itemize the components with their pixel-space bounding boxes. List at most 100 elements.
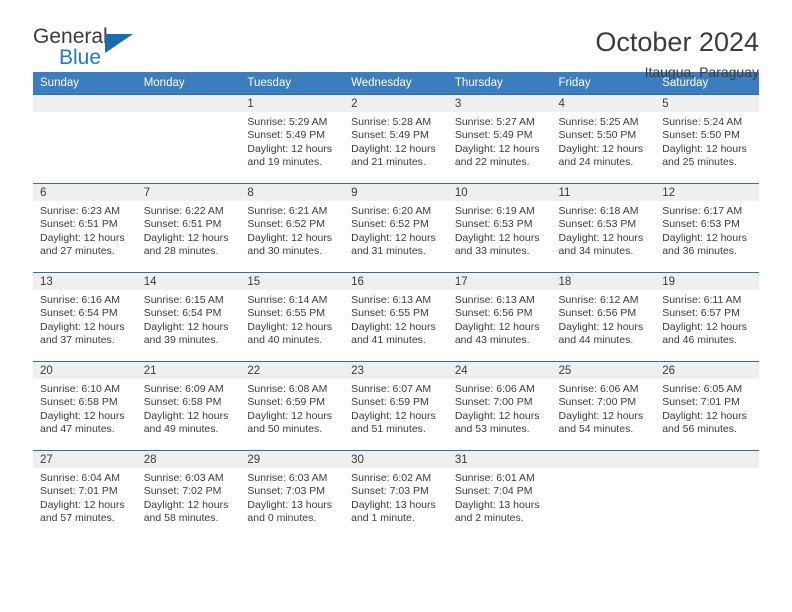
- day-detail-line: Sunset: 5:49 PM: [351, 129, 429, 142]
- day-cell-26[interactable]: 26 Sunrise: 6:05 AM Sunset: 7:01 PM Dayligh…: [655, 361, 759, 451]
- day-detail-line: Sunrise: 5:25 AM: [558, 116, 639, 128]
- day-detail-line: Sunset: 6:58 PM: [143, 396, 222, 409]
- day-detail-line: Daylight: 12 hours: [351, 409, 436, 422]
- day-cell-10[interactable]: 10 Sunrise: 6:19 AM Sunset: 6:53 PM Dayligh…: [447, 183, 552, 273]
- day-detail-line: Daylight: 12 hours: [351, 142, 436, 155]
- day-details: Sunrise: 6:02 AM Sunset: 7:03 PM Daylight:…: [344, 468, 448, 526]
- day-details: Sunrise: 5:24 AM Sunset: 5:50 PM Daylight:…: [655, 112, 759, 170]
- day-cell-11[interactable]: 11 Sunrise: 6:18 AM Sunset: 6:53 PM Dayligh…: [551, 183, 656, 273]
- day-detail-line: Sunset: 6:54 PM: [40, 307, 118, 320]
- day-detail-line: Sunset: 6:53 PM: [454, 218, 533, 231]
- day-details: Sunrise: 6:09 AM Sunset: 6:58 PM Daylight:…: [137, 379, 241, 437]
- day-cell-28[interactable]: 28 Sunrise: 6:03 AM Sunset: 7:02 PM Dayligh…: [136, 450, 241, 540]
- day-detail-line: and 58 minutes.: [143, 512, 219, 525]
- day-cell-6[interactable]: 6 Sunrise: 6:23 AM Sunset: 6:51 PM Daylight…: [33, 183, 137, 273]
- day-detail-line: Sunrise: 6:08 AM: [247, 383, 328, 395]
- day-cell-12[interactable]: 12 Sunrise: 6:17 AM Sunset: 6:53 PM Dayligh…: [655, 183, 759, 273]
- day-detail-line: Sunrise: 6:14 AM: [247, 294, 328, 306]
- day-details: Sunrise: 6:06 AM Sunset: 7:00 PM Daylight:…: [448, 379, 552, 437]
- day-details: Sunrise: 6:18 AM Sunset: 6:53 PM Daylight:…: [552, 201, 656, 259]
- day-detail-line: Sunrise: 6:09 AM: [143, 383, 224, 395]
- triangle-icon: [105, 34, 133, 53]
- day-number: [33, 95, 137, 112]
- day-cell-7[interactable]: 7 Sunrise: 6:22 AM Sunset: 6:51 PM Daylight…: [136, 183, 241, 273]
- day-detail-line: Sunset: 6:53 PM: [558, 218, 637, 231]
- day-cell-5[interactable]: 5 Sunrise: 5:24 AM Sunset: 5:50 PM Daylight…: [655, 94, 759, 184]
- day-cell-27[interactable]: 27 Sunrise: 6:04 AM Sunset: 7:01 PM Dayligh…: [33, 450, 137, 540]
- day-cell-29[interactable]: 29 Sunrise: 6:03 AM Sunset: 7:03 PM Dayligh…: [240, 450, 345, 540]
- day-cell-3[interactable]: 3 Sunrise: 5:27 AM Sunset: 5:49 PM Daylight…: [447, 94, 552, 184]
- day-number: 17: [447, 273, 552, 290]
- day-detail-line: and 28 minutes.: [143, 245, 219, 258]
- page-header: General Blue October 2024 Itaugua, Parag…: [33, 0, 759, 80]
- day-detail-line: Sunrise: 6:23 AM: [40, 205, 120, 217]
- day-cell-22[interactable]: 22 Sunrise: 6:08 AM Sunset: 6:59 PM Dayligh…: [240, 361, 345, 451]
- day-detail-line: and 46 minutes.: [662, 334, 737, 347]
- day-number: 14: [136, 273, 241, 290]
- day-detail-line: Sunset: 6:56 PM: [454, 307, 533, 320]
- calendar-grid: Sunday Monday Tuesday Wednesday Thursday Frid…: [33, 72, 759, 540]
- day-detail-line: Daylight: 12 hours: [143, 320, 229, 333]
- day-details: Sunrise: 6:15 AM Sunset: 6:54 PM Daylight:…: [137, 290, 241, 348]
- day-number: 20: [33, 362, 137, 379]
- title-block: October 2024 Itaugua, Paraguay: [595, 26, 759, 83]
- day-number: 16: [344, 273, 448, 290]
- day-detail-line: Daylight: 12 hours: [143, 409, 229, 422]
- day-number: 2: [344, 95, 448, 112]
- brand-logo[interactable]: General Blue: [33, 26, 153, 74]
- day-detail-line: Sunrise: 6:13 AM: [454, 294, 535, 306]
- day-detail-line: Sunrise: 6:13 AM: [351, 294, 432, 306]
- day-cell-14[interactable]: 14 Sunrise: 6:15 AM Sunset: 6:54 PM Dayligh…: [136, 272, 241, 362]
- day-cell-4[interactable]: 4 Sunrise: 5:25 AM Sunset: 5:50 PM Daylight…: [551, 94, 656, 184]
- day-cell-16[interactable]: 16 Sunrise: 6:13 AM Sunset: 6:55 PM Dayligh…: [344, 272, 448, 362]
- day-cell-24[interactable]: 24 Sunrise: 6:06 AM Sunset: 7:00 PM Dayligh…: [447, 361, 552, 451]
- day-detail-line: Sunrise: 6:16 AM: [40, 294, 120, 306]
- day-detail-line: Daylight: 12 hours: [40, 231, 125, 244]
- day-number: 23: [344, 362, 448, 379]
- day-details: Sunrise: 6:04 AM Sunset: 7:01 PM Daylight:…: [33, 468, 137, 526]
- day-detail-line: Sunrise: 6:11 AM: [662, 294, 742, 306]
- day-number: 19: [655, 273, 759, 290]
- day-cell-2[interactable]: 2 Sunrise: 5:28 AM Sunset: 5:49 PM Daylight…: [344, 94, 448, 184]
- day-cell-15[interactable]: 15 Sunrise: 6:14 AM Sunset: 6:55 PM Dayligh…: [240, 272, 345, 362]
- day-detail-line: Sunset: 7:03 PM: [351, 485, 429, 498]
- day-number: 12: [655, 184, 759, 201]
- day-detail-line: Daylight: 12 hours: [143, 498, 229, 511]
- day-number: 31: [447, 451, 552, 468]
- day-detail-line: Daylight: 12 hours: [454, 409, 540, 422]
- weekday-header-sunday: Sunday: [33, 72, 137, 95]
- day-cell-13[interactable]: 13 Sunrise: 6:16 AM Sunset: 6:54 PM Dayligh…: [33, 272, 137, 362]
- day-cell-9[interactable]: 9 Sunrise: 6:20 AM Sunset: 6:52 PM Daylight…: [344, 183, 448, 273]
- day-detail-line: Sunrise: 6:22 AM: [143, 205, 224, 217]
- day-detail-line: Sunset: 5:50 PM: [662, 129, 740, 142]
- day-detail-line: and 47 minutes.: [40, 423, 115, 436]
- day-cell-30[interactable]: 30 Sunrise: 6:02 AM Sunset: 7:03 PM Dayligh…: [344, 450, 448, 540]
- day-detail-line: Sunset: 7:03 PM: [247, 485, 326, 498]
- day-detail-line: Sunset: 6:51 PM: [40, 218, 118, 231]
- day-detail-line: Sunset: 7:02 PM: [143, 485, 222, 498]
- day-details: [655, 468, 759, 472]
- day-details: Sunrise: 6:13 AM Sunset: 6:56 PM Daylight:…: [448, 290, 552, 348]
- day-cell-19[interactable]: 19 Sunrise: 6:11 AM Sunset: 6:57 PM Dayligh…: [655, 272, 759, 362]
- day-cell-8[interactable]: 8 Sunrise: 6:21 AM Sunset: 6:52 PM Daylight…: [240, 183, 345, 273]
- day-detail-line: Sunrise: 6:17 AM: [662, 205, 743, 217]
- day-detail-line: Daylight: 12 hours: [247, 142, 333, 155]
- day-cell-1[interactable]: 1 Sunrise: 5:29 AM Sunset: 5:49 PM Daylight…: [240, 94, 345, 184]
- day-cell-20[interactable]: 20 Sunrise: 6:10 AM Sunset: 6:58 PM Dayligh…: [33, 361, 137, 451]
- day-detail-line: Daylight: 12 hours: [662, 231, 747, 244]
- day-detail-line: Daylight: 13 hours: [247, 498, 333, 511]
- day-cell-21[interactable]: 21 Sunrise: 6:09 AM Sunset: 6:58 PM Dayligh…: [136, 361, 241, 451]
- day-details: [33, 112, 137, 116]
- day-detail-line: Sunrise: 5:24 AM: [662, 116, 743, 128]
- day-cell-23[interactable]: 23 Sunrise: 6:07 AM Sunset: 6:59 PM Dayligh…: [344, 361, 448, 451]
- day-cell-31[interactable]: 31 Sunrise: 6:01 AM Sunset: 7:04 PM Dayligh…: [447, 450, 552, 540]
- day-cell-17[interactable]: 17 Sunrise: 6:13 AM Sunset: 6:56 PM Dayligh…: [447, 272, 552, 362]
- day-detail-line: Sunset: 5:49 PM: [247, 129, 326, 142]
- day-number: 25: [551, 362, 656, 379]
- day-number: 29: [240, 451, 345, 468]
- day-detail-line: and 2 minutes.: [454, 512, 524, 525]
- day-cell-25[interactable]: 25 Sunrise: 6:06 AM Sunset: 7:00 PM Dayligh…: [551, 361, 656, 451]
- day-cell-18[interactable]: 18 Sunrise: 6:12 AM Sunset: 6:56 PM Dayligh…: [551, 272, 656, 362]
- day-details: Sunrise: 6:05 AM Sunset: 7:01 PM Daylight:…: [655, 379, 759, 437]
- day-detail-line: Sunrise: 5:27 AM: [454, 116, 535, 128]
